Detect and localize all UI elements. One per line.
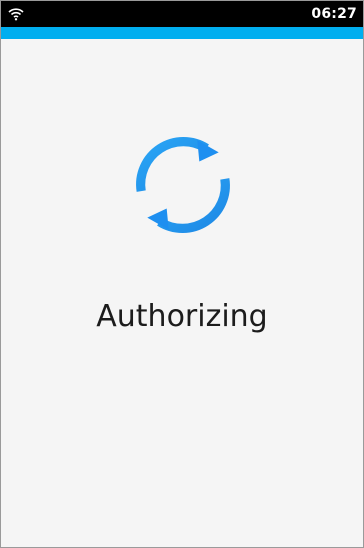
app-window: 06:27 Authorizing <box>0 0 364 548</box>
main-content: Authorizing <box>1 39 363 547</box>
wifi-icon <box>8 8 24 21</box>
status-bar: 06:27 <box>1 1 363 27</box>
status-time: 06:27 <box>311 6 357 22</box>
accent-bar <box>1 27 363 39</box>
sync-refresh-icon <box>136 137 230 233</box>
authorizing-message: Authorizing <box>96 299 268 334</box>
